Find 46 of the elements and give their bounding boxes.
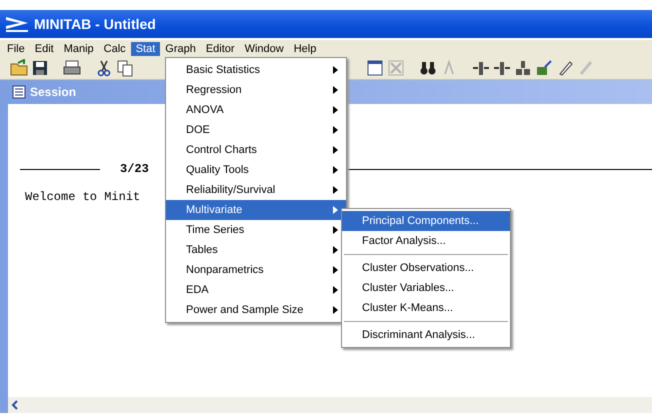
submenu-arrow-icon [333, 286, 338, 294]
menu-item[interactable]: Reliability/Survival [166, 180, 346, 200]
menu-item[interactable]: Multivariate [166, 200, 346, 220]
submenu-arrow-icon [333, 146, 338, 154]
submenu-arrow-icon [333, 66, 338, 74]
menu-item[interactable]: ANOVA [166, 100, 346, 120]
submenu-arrow-icon [333, 166, 338, 174]
submenu-arrow-icon [333, 126, 338, 134]
submenu-arrow-icon [333, 86, 338, 94]
menu-item[interactable]: Regression [166, 80, 346, 100]
menu-item[interactable]: Calc [98, 42, 131, 56]
menu-item[interactable]: Editor [200, 42, 240, 56]
menu-item[interactable]: Control Charts [166, 140, 346, 160]
logo-icon [4, 15, 30, 33]
folder-icon[interactable] [10, 59, 28, 77]
submenu-arrow-icon [333, 186, 338, 194]
window-title: MINITAB - Untitled [34, 16, 156, 32]
menu-item[interactable]: Graph [160, 42, 201, 56]
menu-item[interactable]: DOE [166, 120, 346, 140]
scissors-icon[interactable] [95, 59, 113, 77]
menu-item[interactable]: Stat [130, 42, 160, 56]
menu-item[interactable]: File [2, 42, 30, 56]
bar-icon[interactable] [472, 59, 490, 77]
menu-item[interactable]: Quality Tools [166, 160, 346, 180]
menu-item[interactable]: Manip [58, 42, 99, 56]
bar-icon[interactable] [493, 59, 511, 77]
submenu-arrow-icon [333, 246, 338, 254]
menu-item[interactable]: Principal Components... [342, 211, 510, 231]
submenu-arrow-icon [333, 226, 338, 234]
stacked-blocks-icon[interactable] [514, 59, 532, 77]
menu-item[interactable]: Help [288, 42, 322, 56]
session-text: Welcome to Minit [25, 190, 140, 204]
menu-item[interactable]: Window [240, 42, 289, 56]
binoculars-icon[interactable] [419, 59, 437, 77]
session-date: 3/23 [120, 162, 149, 176]
session-icon [12, 85, 26, 99]
submenu-arrow-icon [333, 266, 338, 274]
window-icon[interactable] [366, 59, 384, 77]
copy-icon[interactable] [116, 59, 134, 77]
session-title: Session [30, 85, 76, 99]
menu-item[interactable]: Discriminant Analysis... [342, 325, 510, 345]
submenu-arrow-icon [333, 206, 338, 214]
menu-item[interactable]: Edit [30, 42, 59, 56]
printer-icon[interactable] [63, 59, 81, 77]
submenu-arrow-icon [333, 306, 338, 314]
submenu-arrow-icon [333, 106, 338, 114]
